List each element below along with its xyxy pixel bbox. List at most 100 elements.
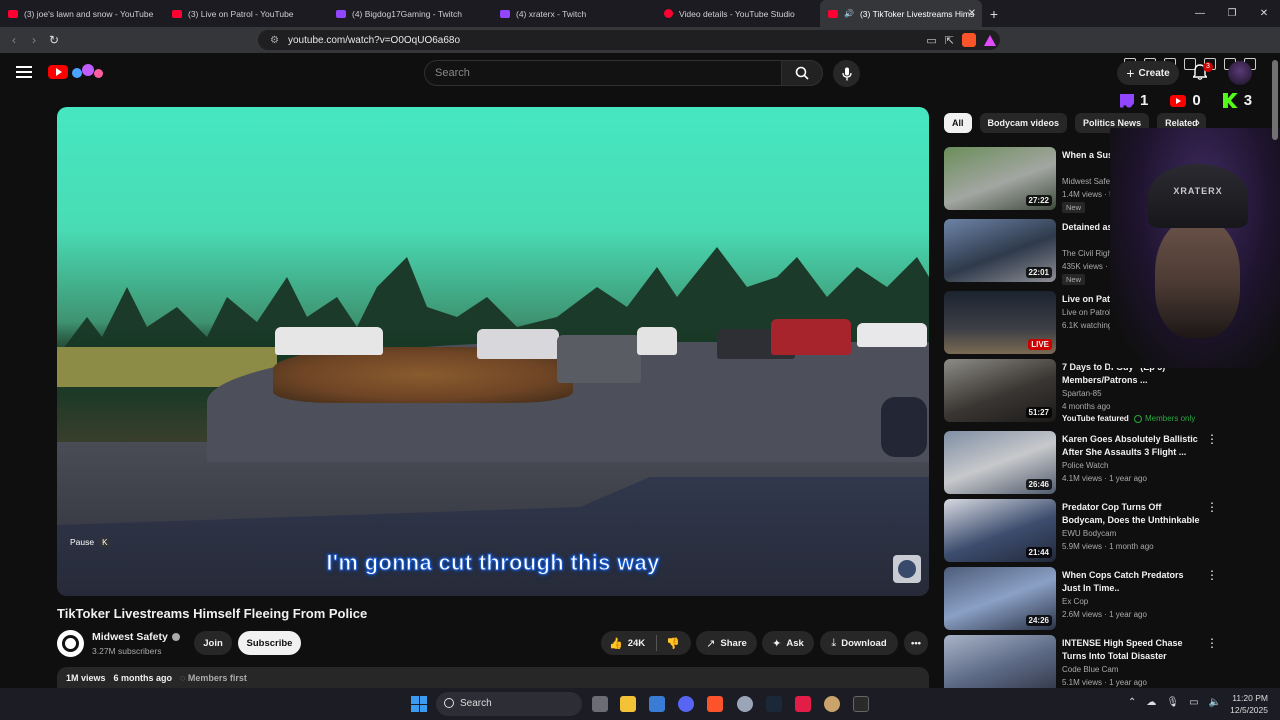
minimize-icon[interactable]: — [1184,0,1216,27]
rec-title[interactable]: Predator Cop Turns Off Bodycam, Does the… [1062,501,1200,527]
video-thumbnail[interactable]: 51:27 [944,359,1056,422]
browser-tab[interactable]: (4) Bigdog17Gaming - Twitch [328,0,492,27]
brave-browser-icon[interactable] [707,696,723,712]
recommendation-item[interactable]: 21:44 Predator Cop Turns Off Bodycam, Do… [944,499,1218,565]
browser-tab[interactable]: (3) joe's lawn and snow - YouTube [0,0,164,27]
browser-tab[interactable]: (4) xraterx - Twitch [492,0,656,27]
channel-watermark-icon[interactable] [893,555,921,583]
rec-channel[interactable]: Police Watch [1062,459,1202,472]
search-input[interactable]: Search [424,60,782,86]
page-scrollbar[interactable] [1272,60,1278,140]
channel-avatar[interactable] [57,630,84,657]
channel-name[interactable]: Midwest Safety [92,631,180,643]
recommendation-item[interactable]: 26:46 Karen Goes Absolutely Ballistic Af… [944,431,1218,497]
parked-car [771,319,851,355]
close-window-icon[interactable]: ✕ [1248,0,1280,27]
store-icon[interactable] [649,696,665,712]
more-vertical-icon[interactable]: ⋮ [1206,569,1218,581]
brave-rewards-icon[interactable] [984,34,996,46]
members-first-text: Members first [187,673,247,683]
epic-games-icon[interactable] [853,696,869,712]
share-icon: ↗ [706,637,716,650]
recommendation-item[interactable]: INTENSE High Speed Chase Turns Into Tota… [944,635,1214,688]
video-thumbnail[interactable]: 24:26 [944,567,1056,630]
dislike-icon[interactable]: 👎 [666,637,680,650]
rec-channel[interactable]: Spartan-85 [1062,387,1202,400]
browser-tab[interactable]: (3) Live on Patrol - YouTube [164,0,328,27]
site-settings-icon[interactable]: ⚙ [270,35,284,46]
video-thumbnail[interactable] [944,635,1056,688]
like-icon[interactable]: 👍 [609,637,623,650]
rec-title[interactable]: Karen Goes Absolutely Ballistic After Sh… [1062,433,1200,459]
restore-icon[interactable]: ❐ [1216,0,1248,27]
share-button[interactable]: ↗ Share [696,631,757,655]
forward-icon[interactable]: › [24,33,44,47]
tab-label: Video details - YouTube Studio [679,8,795,19]
subscribe-button[interactable]: Subscribe [238,631,301,655]
speaker-icon[interactable]: 🔊 [844,9,854,18]
video-thumbnail[interactable]: 21:44 [944,499,1056,562]
guide-menu-icon[interactable] [16,66,32,78]
steam-icon[interactable] [766,696,782,712]
url-field[interactable]: ⚙ youtube.com/watch?v=O0OqUO6a68o ▭ ⇱ [258,30,1000,50]
brave-shields-icon[interactable] [962,33,976,47]
more-vertical-icon[interactable]: ⋮ [1206,433,1218,445]
weather-icon[interactable]: ☁ [1146,697,1156,708]
network-icon[interactable]: ▭ [1189,697,1198,708]
browser-tab[interactable]: Video details - YouTube Studio [656,0,820,27]
rec-meta: 4.1M views · 1 year ago [1062,474,1147,483]
amd-icon[interactable] [795,696,811,712]
video-thumbnail[interactable]: 27:22 [944,147,1056,210]
rec-channel[interactable]: EWU Bodycam [1062,527,1202,540]
taskbar-search[interactable]: Search [436,692,582,716]
video-thumbnail[interactable]: 22:01 [944,219,1056,282]
settings-icon[interactable] [737,696,753,712]
taskbar-clock[interactable]: 11:20 PM 12/5/2025 [1228,692,1268,716]
app-icon[interactable] [824,696,840,712]
recommendation-item[interactable]: 51:27 7 Days to Di Guy" (Ep 5) Members/P… [944,359,1214,425]
chip-bodycam-videos[interactable]: Bodycam videos [979,113,1068,133]
address-bar-row: ‹ › ↻ ⌑ ⚙ youtube.com/watch?v=O0OqUO6a68… [0,27,1280,70]
reload-icon[interactable]: ↻ [44,33,64,47]
youtube-doodle-icon[interactable] [70,64,108,80]
create-button[interactable]: + Create [1117,61,1179,85]
voice-search-button[interactable] [833,60,860,87]
cast-icon[interactable]: ▭ [926,34,936,47]
search-button[interactable] [781,60,823,86]
video-thumbnail[interactable]: LIVE [944,291,1056,354]
file-explorer-icon[interactable] [620,696,636,712]
discord-icon[interactable] [678,696,694,712]
rec-channel[interactable]: Ex Cop [1062,595,1202,608]
account-avatar[interactable] [1228,61,1252,85]
more-vertical-icon[interactable]: ⋮ [1206,501,1218,513]
volume-icon[interactable]: 🔈 [1209,697,1221,708]
like-count[interactable]: 24K [628,638,645,649]
new-tab-button[interactable]: + [982,6,1006,22]
download-button[interactable]: ⤓ Download [820,631,898,655]
mic-tray-icon[interactable]: 🎙 [1166,697,1179,708]
more-horizontal-icon: ••• [911,637,921,649]
ask-button[interactable]: ✦ Ask [762,631,814,655]
rec-title[interactable]: INTENSE High Speed Chase Turns Into Tota… [1062,637,1200,663]
start-button[interactable] [411,696,427,712]
rec-channel[interactable]: Code Blue Cam [1062,663,1202,676]
youtube-logo-icon[interactable] [48,65,68,79]
share-page-icon[interactable]: ⇱ [945,34,954,47]
verified-icon [171,633,180,641]
join-button[interactable]: Join [194,631,232,655]
recommendation-item[interactable]: 24:26 When Cops Catch Predators Just In … [944,567,1218,633]
back-icon[interactable]: ‹ [4,33,24,47]
more-actions-button[interactable]: ••• [904,631,928,655]
tray-overflow-icon[interactable]: ⌃ [1128,697,1136,708]
video-player[interactable] [57,107,929,596]
members-icon [1134,414,1142,423]
task-view-icon[interactable] [592,696,608,712]
channel-name-text: Midwest Safety [92,631,168,643]
chip-all[interactable]: All [944,113,972,133]
close-tab-icon[interactable]: ✕ [968,8,976,19]
more-vertical-icon[interactable]: ⋮ [1206,637,1214,649]
rec-meta: 5.1M views · 1 year ago [1062,678,1147,687]
rec-title[interactable]: When Cops Catch Predators Just In Time.. [1062,569,1200,595]
browser-tab-active[interactable]: 🔊 (3) TikToker Livestreams Hims ✕ [820,0,982,27]
video-thumbnail[interactable]: 26:46 [944,431,1056,494]
